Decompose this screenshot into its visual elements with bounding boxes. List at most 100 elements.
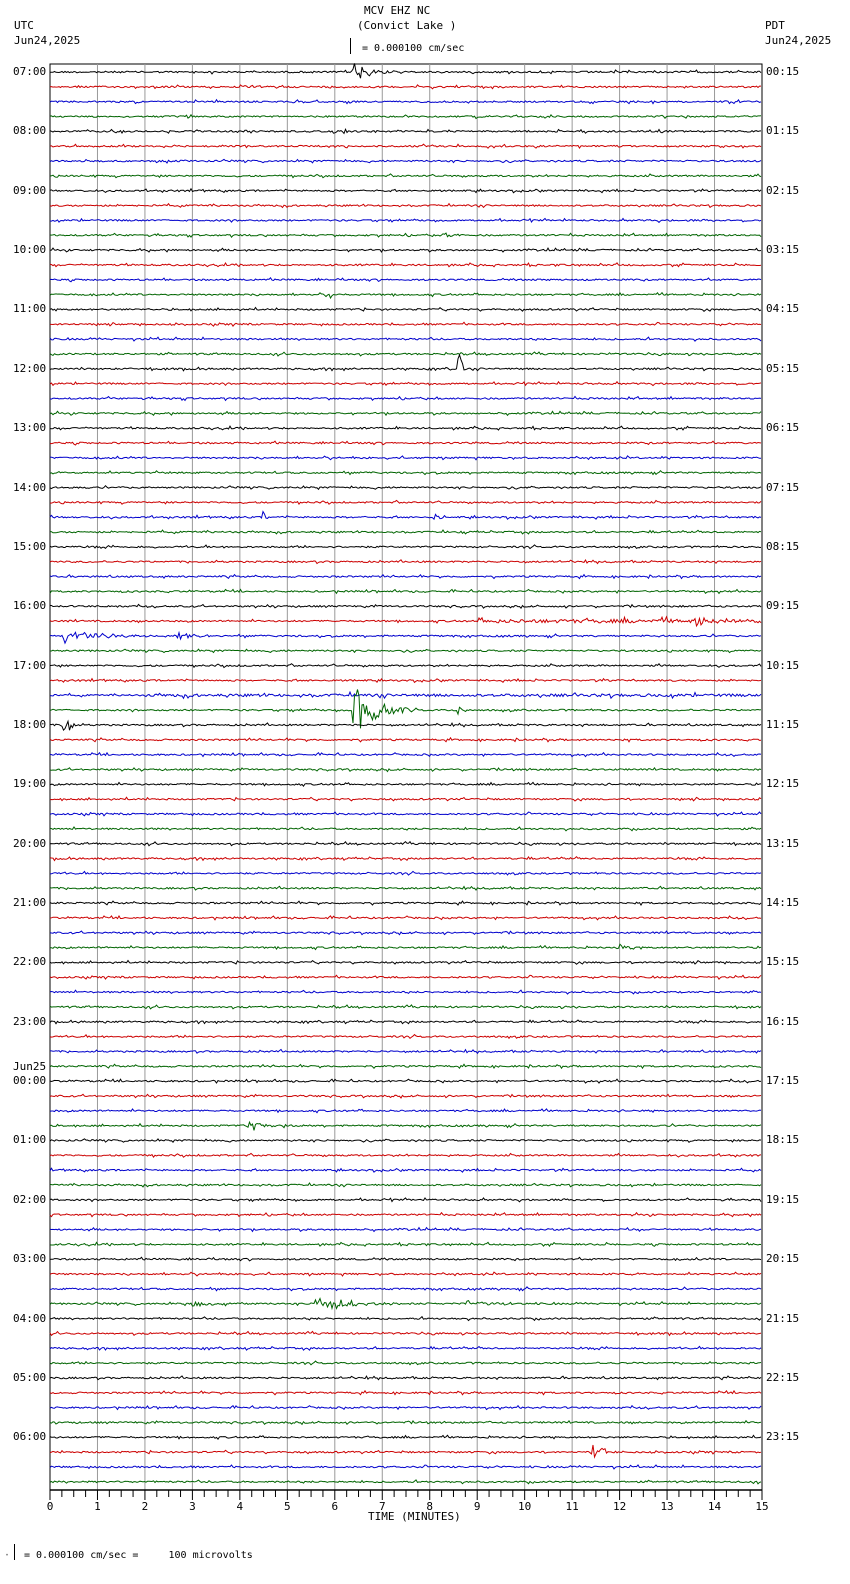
seismic-trace <box>49 1315 762 1322</box>
seismic-trace <box>49 1419 762 1426</box>
x-tick-label: 10 <box>518 1500 531 1513</box>
right-time-label: 15:15 <box>766 955 800 969</box>
seismic-trace <box>49 187 762 194</box>
x-tick-label: 6 <box>331 1500 338 1513</box>
seismic-trace <box>49 1197 762 1203</box>
seismic-trace <box>49 1404 762 1411</box>
seismic-trace <box>50 1048 762 1055</box>
seismic-trace <box>49 588 762 595</box>
seismic-trace <box>49 1434 762 1441</box>
right-time-label: 07:15 <box>766 480 800 494</box>
right-time-label: 17:15 <box>766 1074 800 1088</box>
seismic-trace <box>49 1345 762 1351</box>
right-time-label: 09:15 <box>766 599 800 613</box>
right-time-label: 00:15 <box>766 65 800 78</box>
left-time-label: 05:00 <box>13 1370 47 1384</box>
left-time-label: 22:00 <box>13 955 47 969</box>
seismic-trace <box>49 840 762 847</box>
seismic-trace <box>49 1375 762 1381</box>
seismic-trace <box>50 321 762 327</box>
x-tick-label: 11 <box>566 1500 579 1513</box>
seismic-trace <box>49 781 762 788</box>
right-time-label: 06:15 <box>766 421 800 435</box>
seismic-trace <box>49 143 762 150</box>
seismic-trace <box>49 915 762 921</box>
seismic-trace <box>49 796 762 802</box>
right-time-label: 13:15 <box>766 836 800 850</box>
seismic-trace <box>49 1093 762 1099</box>
seismic-trace <box>49 1004 762 1010</box>
seismic-trace <box>49 395 762 402</box>
seismic-trace <box>49 959 762 965</box>
right-time-label: 21:15 <box>766 1311 800 1325</box>
left-time-label: 16:00 <box>13 599 47 613</box>
seismic-trace <box>49 469 762 476</box>
seismic-trace <box>49 1019 762 1025</box>
seismic-trace <box>49 690 762 700</box>
right-time-label: 10:15 <box>766 658 800 672</box>
left-time-label: 04:00 <box>13 1311 47 1325</box>
seismic-trace <box>49 826 762 832</box>
seismic-trace <box>49 900 762 906</box>
seismic-trace <box>49 811 762 817</box>
seismic-trace <box>49 351 762 357</box>
left-time-label: 18:00 <box>13 717 47 731</box>
left-time-label: 07:00 <box>13 65 47 78</box>
seismic-trace <box>49 1444 762 1459</box>
seismic-trace <box>49 529 762 535</box>
left-time-label: 23:00 <box>13 1014 47 1028</box>
seismic-trace <box>49 1241 762 1247</box>
seismic-trace <box>49 989 762 995</box>
seismic-trace <box>49 291 762 300</box>
seismic-trace <box>49 1271 762 1277</box>
right-time-label: 01:15 <box>766 124 800 138</box>
seismic-trace <box>49 1286 762 1292</box>
seismic-trace <box>49 510 762 521</box>
seismic-trace <box>49 455 762 461</box>
seismic-trace <box>49 202 762 209</box>
right-time-label: 02:15 <box>766 183 800 197</box>
seismic-trace <box>49 630 762 645</box>
seismic-trace <box>49 173 762 179</box>
seismic-trace <box>49 158 762 164</box>
seismic-trace <box>49 84 761 90</box>
seismic-trace <box>49 1167 762 1173</box>
left-time-label: 11:00 <box>13 302 47 316</box>
seismic-trace <box>49 336 762 342</box>
x-tick-label: 9 <box>474 1500 481 1513</box>
left-time-label: 12:00 <box>13 361 47 375</box>
left-time-label: 17:00 <box>13 658 47 672</box>
right-time-label: 14:15 <box>766 896 800 910</box>
right-time-label: 22:15 <box>766 1370 800 1384</box>
seismic-trace <box>49 719 762 731</box>
seismic-trace <box>49 751 762 758</box>
left-time-label: 19:00 <box>13 777 47 791</box>
seismic-trace <box>49 1120 762 1131</box>
seismic-trace <box>49 217 762 224</box>
right-time-label: 11:15 <box>766 717 800 731</box>
left-time-label: 06:00 <box>13 1430 47 1444</box>
seismic-trace <box>49 262 762 268</box>
seismic-trace <box>49 247 762 253</box>
seismic-trace <box>49 1330 762 1337</box>
left-time-label: 13:00 <box>13 421 47 435</box>
seismic-trace <box>49 736 762 743</box>
seismic-trace <box>49 425 762 431</box>
seismic-trace <box>49 1063 762 1070</box>
left-time-label: 21:00 <box>13 896 47 910</box>
seismic-trace <box>49 1360 762 1366</box>
seismic-trace <box>49 558 762 565</box>
seismic-trace <box>49 1226 762 1233</box>
seismic-trace <box>49 870 762 876</box>
seismic-trace <box>49 767 762 773</box>
seismic-trace <box>49 930 762 936</box>
right-time-label: 18:15 <box>766 1133 800 1147</box>
seismic-trace <box>49 484 762 491</box>
x-tick-label: 12 <box>613 1500 626 1513</box>
left-time-label: 20:00 <box>13 836 47 850</box>
seismic-trace <box>49 943 762 951</box>
seismic-trace <box>49 855 762 862</box>
seismic-trace <box>49 1138 762 1143</box>
left-time-label: 08:00 <box>13 124 47 138</box>
right-time-label: 19:15 <box>766 1192 800 1206</box>
